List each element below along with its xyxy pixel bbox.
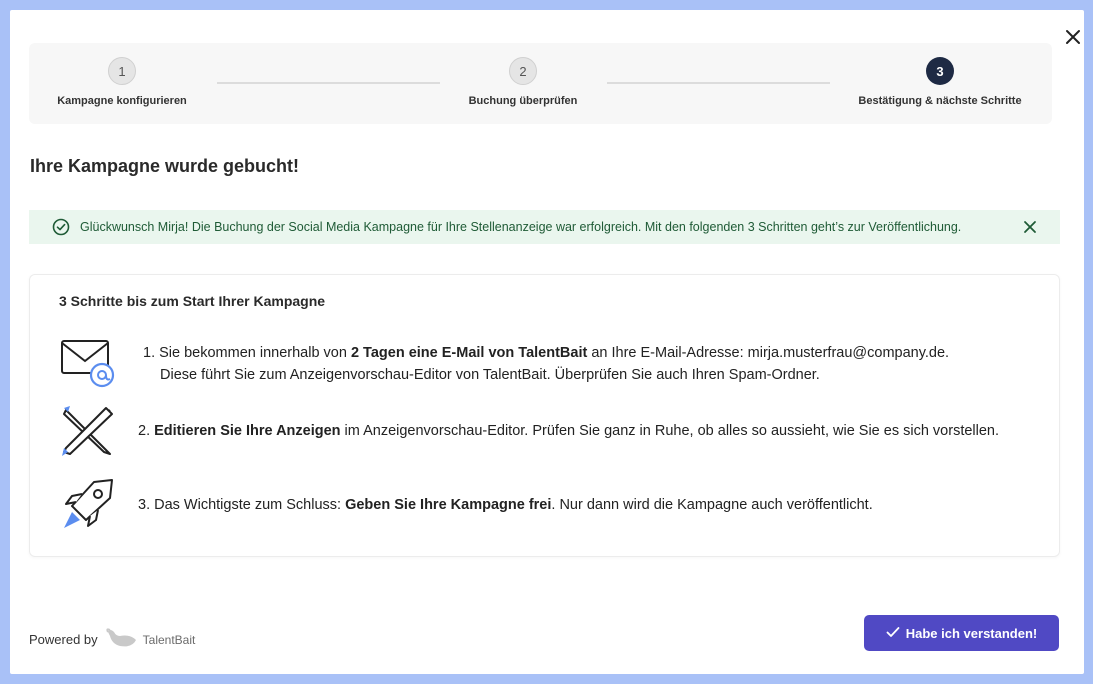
check-circle-icon [52,218,70,236]
rocket-icon [60,478,116,537]
email-icon [60,339,116,394]
step-number: 1 [108,57,136,85]
step-item-3: 3. Das Wichtigste zum Schluss: Geben Sie… [138,494,1038,516]
step-number: 2 [509,57,537,85]
step-label: Bestätigung & nächste Schritte [858,95,1022,107]
step-text-bold: Geben Sie Ihre Kampagne frei [345,497,552,513]
step-text: an Ihre E-Mail-Adresse: mirja.musterfrau… [587,345,950,361]
step-text: Diese führt Sie zum Anzeigenvorschau-Edi… [160,367,820,383]
step-2: 2 Buchung überprüfen [423,43,623,107]
step-text-bold: 2 Tagen eine E-Mail von TalentBait [350,345,588,361]
brand-logo: TalentBait [106,626,196,653]
progress-stepper: 1 Kampagne konfigurieren 2 Buchung überp… [29,43,1052,124]
step-label: Buchung überprüfen [468,95,578,107]
step-connector [217,82,440,84]
confirm-button[interactable]: Habe ich verstanden! [864,615,1059,651]
step-text: 2. [138,423,155,439]
next-steps-card: 3 Schritte bis zum Start Ihrer Kampagne … [29,274,1060,557]
close-icon[interactable] [1064,28,1082,46]
step-text: 1. Sie bekommen innerhalb von [143,345,351,361]
brand-name: TalentBait [142,632,196,647]
success-banner: Glückwunsch Mirja! Die Buchung der Socia… [29,210,1060,244]
whale-icon [106,626,138,653]
success-message: Glückwunsch Mirja! Die Buchung der Socia… [80,220,962,234]
edit-tools-icon [60,404,116,463]
step-text: . Nur dann wird die Kampagne auch veröff… [551,497,873,513]
close-icon[interactable] [1022,219,1038,235]
step-3: 3 Bestätigung & nächste Schritte [840,43,1040,107]
step-item-1: 1. Sie bekommen innerhalb von 2 Tagen ei… [143,342,1043,386]
step-connector [607,82,830,84]
check-icon [886,626,906,641]
confirm-button-label: Habe ich verstanden! [905,625,1038,641]
step-number: 3 [926,57,954,85]
step-text: 3. Das Wichtigste zum Schluss: [138,497,346,513]
step-item-2: 2. Editieren Sie Ihre Anzeigen im Anzeig… [138,420,1058,442]
step-1: 1 Kampagne konfigurieren [22,43,222,107]
step-text-bold: Editieren Sie Ihre Anzeigen [154,423,341,439]
step-text: im Anzeigenvorschau-Editor. Prüfen Sie g… [340,423,1000,439]
page-title: Ihre Kampagne wurde gebucht! [30,156,300,176]
card-title: 3 Schritte bis zum Start Ihrer Kampagne [59,293,326,309]
powered-by-label: Powered by [29,632,98,647]
step-label: Kampagne konfigurieren [57,95,187,107]
powered-by: Powered by TalentBait [29,626,195,653]
